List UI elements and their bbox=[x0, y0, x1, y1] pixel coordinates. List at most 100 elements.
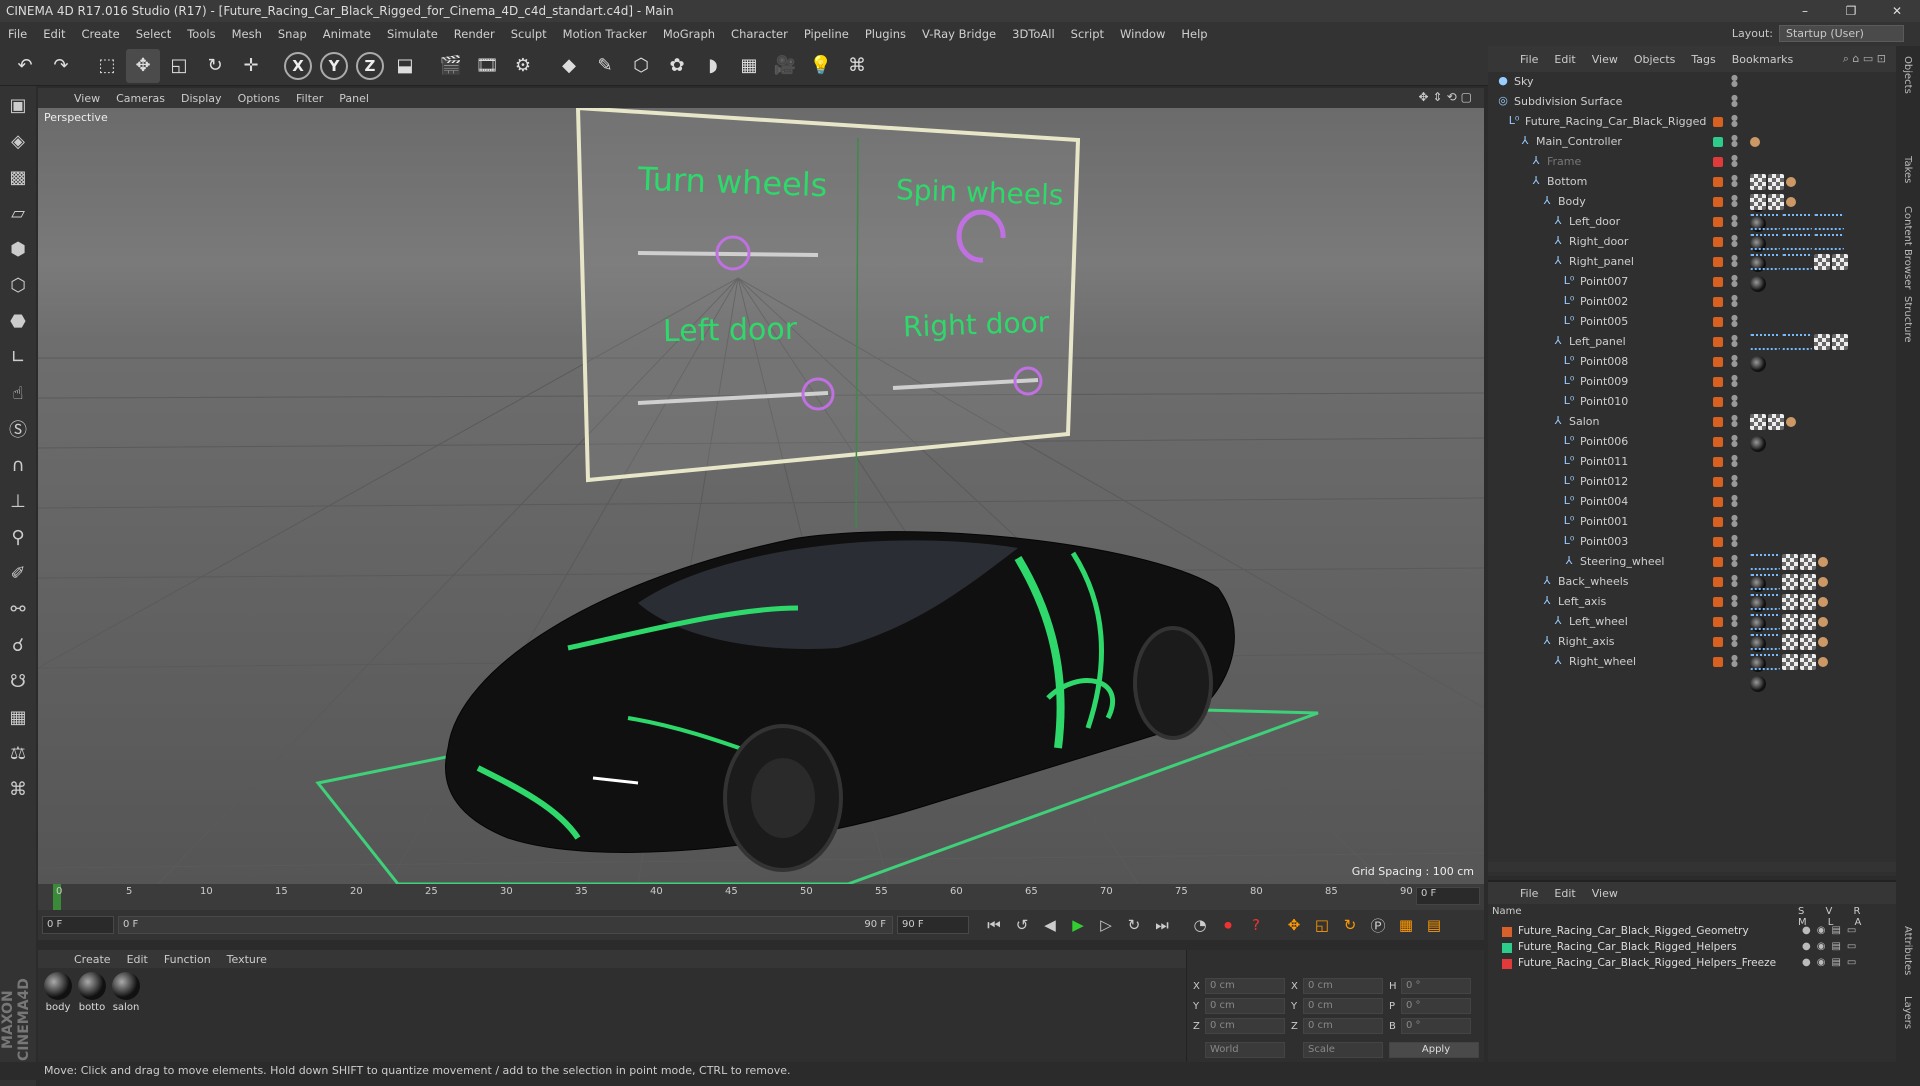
expression-tag-icon[interactable] bbox=[1818, 557, 1828, 567]
current-frame-field[interactable]: 0 F bbox=[1416, 887, 1480, 905]
menu-create[interactable]: Create bbox=[74, 22, 128, 46]
layer-color-indicator[interactable] bbox=[1713, 157, 1723, 167]
visibility-dots-icon[interactable]: ● ● bbox=[1731, 74, 1738, 88]
smooth-icon[interactable]: ☋ bbox=[1, 664, 35, 698]
layer-menu-edit[interactable]: Edit bbox=[1546, 887, 1583, 900]
z-position-field[interactable]: 0 cm bbox=[1205, 1018, 1285, 1034]
object-row-frame[interactable]: ⅄ Frame ● ● bbox=[1488, 152, 1896, 172]
tweak-icon[interactable]: ☝ bbox=[1, 376, 35, 410]
viewport-menu-options[interactable]: Options bbox=[230, 92, 288, 105]
motion-record-icon[interactable]: ◔ bbox=[1187, 913, 1213, 937]
object-row-body[interactable]: ⅄ Body ● ● bbox=[1488, 192, 1896, 232]
x-size-field[interactable]: 0 cm bbox=[1303, 978, 1383, 994]
texture-tag-icon[interactable] bbox=[1832, 254, 1848, 270]
floor-grid-icon[interactable]: ▦ bbox=[1, 700, 35, 734]
viewport-menu-cameras[interactable]: Cameras bbox=[108, 92, 173, 105]
menu-motion-tracker[interactable]: Motion Tracker bbox=[555, 22, 655, 46]
selection-tag-icon[interactable] bbox=[1750, 554, 1780, 570]
magnet-icon[interactable]: ∩ bbox=[1, 448, 35, 482]
loop-icon[interactable]: ↻ bbox=[1121, 913, 1147, 937]
edges-mode-icon[interactable]: ⬡ bbox=[1, 268, 35, 302]
y-size-field[interactable]: 0 cm bbox=[1303, 998, 1383, 1014]
sculpt-icon[interactable]: ⚯ bbox=[1, 592, 35, 626]
layer-color-indicator[interactable] bbox=[1713, 457, 1723, 467]
object-menu-view[interactable]: View bbox=[1584, 53, 1626, 66]
visibility-dots-icon[interactable]: ● ● bbox=[1731, 394, 1738, 408]
material-menu-edit[interactable]: Edit bbox=[119, 953, 156, 966]
render-settings-icon[interactable]: ⚙ bbox=[506, 49, 540, 83]
camera-icon[interactable]: 🎥 bbox=[768, 49, 802, 83]
expression-tag-icon[interactable] bbox=[1786, 177, 1796, 187]
cube-icon[interactable]: ◆ bbox=[552, 49, 586, 83]
visibility-dots-icon[interactable]: ● ● bbox=[1731, 554, 1738, 568]
menu-character[interactable]: Character bbox=[723, 22, 796, 46]
joint-tool-icon[interactable]: ⊥ bbox=[1, 484, 35, 518]
menu-mograph[interactable]: MoGraph bbox=[655, 22, 723, 46]
selection-tag-icon[interactable] bbox=[1782, 214, 1812, 230]
texture-tag-icon[interactable] bbox=[1800, 654, 1816, 670]
key-rotation-icon[interactable]: ↻ bbox=[1337, 913, 1363, 937]
visibility-dots-icon[interactable]: ● ● bbox=[1731, 234, 1738, 248]
texture-tag-icon[interactable] bbox=[1832, 334, 1848, 350]
layer-color-swatch[interactable] bbox=[1502, 927, 1512, 937]
redo-icon[interactable]: ↷ bbox=[44, 49, 78, 83]
brush-icon[interactable]: ⚲ bbox=[1, 520, 35, 554]
selection-tag-icon[interactable] bbox=[1782, 334, 1812, 350]
selection-tag-icon[interactable] bbox=[1750, 254, 1780, 270]
material-body[interactable]: body bbox=[42, 972, 74, 1013]
expression-tag-icon[interactable] bbox=[1818, 657, 1828, 667]
layer-color-indicator[interactable] bbox=[1713, 217, 1723, 227]
object-row-point008[interactable]: L⁰ Point008 ● ● bbox=[1488, 352, 1896, 372]
layer-color-indicator[interactable] bbox=[1713, 137, 1723, 147]
timeline-layout-icon[interactable]: ▤ bbox=[1421, 913, 1447, 937]
layer-color-indicator[interactable] bbox=[1713, 657, 1723, 667]
visibility-dots-icon[interactable]: ● ● bbox=[1731, 634, 1738, 648]
menu-vray-bridge[interactable]: V-Ray Bridge bbox=[914, 22, 1004, 46]
menu-plugins[interactable]: Plugins bbox=[857, 22, 914, 46]
expression-tag-icon[interactable] bbox=[1818, 577, 1828, 587]
menu-script[interactable]: Script bbox=[1063, 22, 1112, 46]
material-bottom[interactable]: botto bbox=[76, 972, 108, 1013]
texture-tag-icon[interactable] bbox=[1782, 594, 1798, 610]
size-mode-select[interactable]: Scale bbox=[1303, 1042, 1383, 1058]
expression-tag-icon[interactable] bbox=[1786, 417, 1796, 427]
auto-keying-icon[interactable]: ? bbox=[1243, 913, 1269, 937]
undo-icon[interactable]: ↶ bbox=[8, 49, 42, 83]
render-view-icon[interactable]: 🎬 bbox=[434, 49, 468, 83]
render-picture-viewer-icon[interactable]: 🎞 bbox=[470, 49, 504, 83]
object-row-point007[interactable]: L⁰ Point007 ● ● bbox=[1488, 272, 1896, 292]
menu-help[interactable]: Help bbox=[1173, 22, 1215, 46]
paint-icon[interactable]: ✐ bbox=[1, 556, 35, 590]
layer-row[interactable]: Future_Racing_Car_Black_Rigged_Helpers_F… bbox=[1492, 956, 1892, 972]
layer-row[interactable]: Future_Racing_Car_Black_Rigged_Geometry ●… bbox=[1492, 924, 1892, 940]
close-icon[interactable]: ✕ bbox=[1874, 0, 1920, 22]
texture-tag-icon[interactable] bbox=[1782, 614, 1798, 630]
range-slider[interactable]: 0 F 90 F bbox=[118, 916, 893, 934]
object-row-right-axis[interactable]: ⅄ Right_axis ● ● bbox=[1488, 632, 1896, 672]
layer-row[interactable]: Future_Racing_Car_Black_Rigged_Helpers ●◉… bbox=[1492, 940, 1892, 956]
layer-color-indicator[interactable] bbox=[1713, 397, 1723, 407]
expression-tag-icon[interactable] bbox=[1786, 197, 1796, 207]
menu-select[interactable]: Select bbox=[128, 22, 179, 46]
layer-color-swatch[interactable] bbox=[1502, 943, 1512, 953]
layer-color-indicator[interactable] bbox=[1713, 417, 1723, 427]
texture-tag-icon[interactable] bbox=[1814, 254, 1830, 270]
visibility-dots-icon[interactable]: ● ● bbox=[1731, 534, 1738, 548]
tab-content-browser[interactable]: Content Browser bbox=[1902, 206, 1913, 289]
object-row-point003[interactable]: L⁰ Point003 ● ● bbox=[1488, 532, 1896, 552]
layer-flags-icon[interactable]: ●◉▤▭ bbox=[1802, 941, 1862, 952]
key-position-icon[interactable]: ✥ bbox=[1281, 913, 1307, 937]
visibility-dots-icon[interactable]: ● ● bbox=[1731, 414, 1738, 428]
start-frame-field[interactable]: 0 F bbox=[42, 916, 114, 934]
visibility-dots-icon[interactable]: ● ● bbox=[1731, 194, 1738, 208]
visibility-dots-icon[interactable]: ● ● bbox=[1731, 594, 1738, 608]
y-position-field[interactable]: 0 cm bbox=[1205, 998, 1285, 1014]
texture-tag-icon[interactable] bbox=[1800, 554, 1816, 570]
layer-color-indicator[interactable] bbox=[1713, 557, 1723, 567]
workplane-icon[interactable]: ▱ bbox=[1, 196, 35, 230]
layer-color-indicator[interactable] bbox=[1713, 577, 1723, 587]
layer-color-indicator[interactable] bbox=[1713, 257, 1723, 267]
end-frame-field[interactable]: 90 F bbox=[897, 916, 969, 934]
perspective-viewport[interactable]: Perspective Turn wheels Spin wheels Left… bbox=[38, 108, 1484, 884]
visibility-dots-icon[interactable]: ● ● bbox=[1731, 214, 1738, 228]
